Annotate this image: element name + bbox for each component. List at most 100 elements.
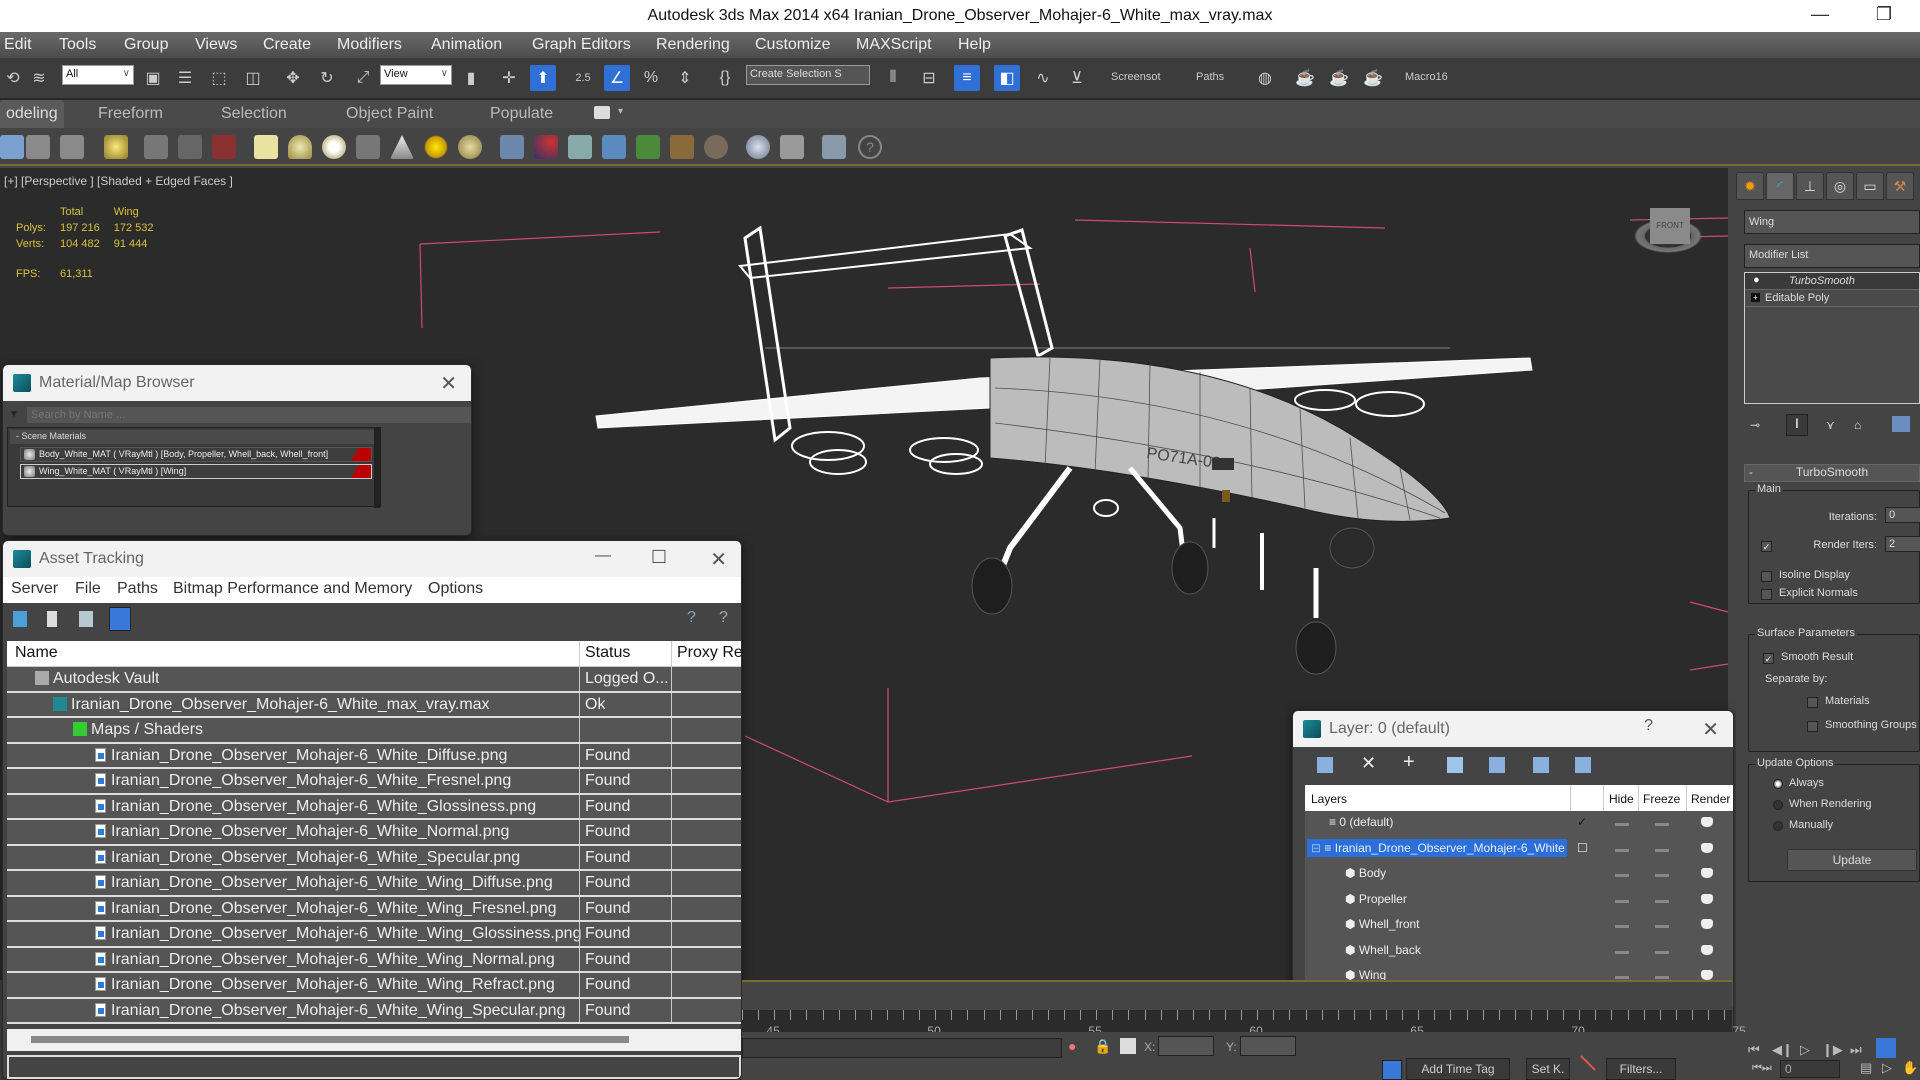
camera-target-icon[interactable] <box>178 135 202 159</box>
sky-icon[interactable] <box>458 135 482 159</box>
camera-icon[interactable] <box>144 135 168 159</box>
asset-tracking-titlebar[interactable]: Asset Tracking — ☐ ✕ <box>3 541 741 577</box>
move-icon[interactable]: ✥ <box>280 65 306 91</box>
asset-row[interactable]: Iranian_Drone_Observer_Mohajer-6_White_G… <box>7 794 741 820</box>
teapot-icon[interactable] <box>356 135 380 159</box>
curve-editor-icon[interactable]: ∿ <box>1030 65 1056 91</box>
spinner-snap-icon[interactable]: ⇕ <box>672 65 698 91</box>
macro16-button[interactable]: Macro16 <box>1405 71 1448 83</box>
tab-modeling[interactable]: odeling <box>0 100 64 128</box>
refresh-icon[interactable] <box>13 611 27 627</box>
restore-button[interactable]: ❐ <box>1864 4 1904 25</box>
search-options-icon[interactable]: ▼ <box>9 409 19 420</box>
time-slider-track[interactable] <box>742 980 1732 982</box>
menu-rendering[interactable]: Rendering <box>656 36 730 54</box>
freeze-toggle[interactable] <box>1655 848 1669 852</box>
set-key-button[interactable]: Set K. <box>1526 1058 1570 1080</box>
render-teapot-icon[interactable] <box>1701 919 1713 929</box>
menu-create[interactable]: Create <box>263 36 311 54</box>
layer-row[interactable]: ⊟ ≡ Iranian_Drone_Observer_Mohajer-6_Whi… <box>1305 837 1733 863</box>
freeze-toggle[interactable] <box>1655 976 1669 979</box>
key-filters-icon[interactable] <box>1580 1055 1596 1071</box>
tab-motion[interactable]: ◎ <box>1826 172 1854 200</box>
at-menu-options[interactable]: Options <box>428 580 483 598</box>
sphere-light-icon[interactable] <box>322 135 346 159</box>
select-by-name-icon[interactable]: ☰ <box>172 65 198 91</box>
hide-toggle[interactable] <box>1615 925 1629 928</box>
tab-modify[interactable]: ◜ <box>1766 172 1794 200</box>
next-frame-icon[interactable]: ❙▶ <box>1822 1042 1843 1058</box>
screensot-button[interactable]: Screensot <box>1111 71 1161 83</box>
set-current-layer-checkbox[interactable]: ☐ <box>1577 841 1588 855</box>
render-teapot-icon[interactable] <box>1701 842 1713 853</box>
x-coord-field[interactable] <box>1158 1036 1214 1056</box>
hide-toggle[interactable] <box>1615 848 1629 852</box>
freeze-toggle[interactable] <box>1655 874 1669 877</box>
pin-stack-icon[interactable]: ⊸ <box>1750 418 1760 432</box>
list-view-icon[interactable] <box>47 611 57 627</box>
render-teapot-icon[interactable] <box>1701 893 1713 904</box>
layer-manager-icon[interactable]: ≡ <box>954 65 980 91</box>
atoms-icon[interactable] <box>534 135 558 159</box>
paths-button[interactable]: Paths <box>1196 71 1224 83</box>
ornatrix-icon[interactable] <box>704 135 728 159</box>
close-icon[interactable]: ✕ <box>1702 717 1719 742</box>
render-icon[interactable] <box>0 135 24 159</box>
snaps-toggle-icon[interactable]: 2.5 <box>570 65 596 91</box>
viewcube[interactable]: FRONT <box>1650 208 1690 244</box>
filters-button[interactable]: Filters... <box>1606 1058 1676 1080</box>
add-to-layer-icon[interactable]: + <box>1403 751 1415 774</box>
tab-freeform[interactable]: Freeform <box>98 105 163 123</box>
time-tag-icon[interactable] <box>1382 1060 1402 1080</box>
render-teapot-icon[interactable] <box>1701 970 1713 980</box>
update-option-radio[interactable] <box>1773 821 1783 831</box>
hide-toggle[interactable] <box>1615 950 1629 954</box>
iterations-spinner[interactable]: 0 <box>1885 507 1920 523</box>
asset-row[interactable]: Iranian_Drone_Observer_Mohajer-6_White_S… <box>7 845 741 871</box>
ribbon-options-icon[interactable] <box>594 106 610 119</box>
selection-filter-dropdown[interactable]: All ∨ <box>62 65 134 85</box>
stack-item-editable-poly[interactable]: + Editable Poly <box>1745 290 1919 307</box>
scene-materials-category[interactable]: - Scene Materials <box>10 430 374 444</box>
expand-icon[interactable]: + <box>1751 293 1760 302</box>
asset-row[interactable]: Iranian_Drone_Observer_Mohajer-6_White_W… <box>7 896 741 922</box>
dome-light-icon[interactable] <box>288 135 312 159</box>
import-icon[interactable] <box>822 135 846 159</box>
zoom-extents-icon[interactable] <box>1876 1038 1896 1058</box>
hide-toggle[interactable] <box>1615 899 1629 903</box>
pan-hand-icon[interactable]: ✋ <box>1902 1060 1918 1076</box>
object-name-input[interactable] <box>1744 210 1920 234</box>
layer-object-row[interactable]: ⬢ Whell_back <box>1305 939 1733 965</box>
go-to-start-icon[interactable]: ⏮ <box>1748 1042 1760 1058</box>
smoothing-groups-checkbox[interactable] <box>1807 721 1818 732</box>
select-manipulate-icon[interactable]: ✛ <box>496 65 522 91</box>
render-teapot-icon[interactable] <box>1701 868 1713 878</box>
update-option-radio[interactable] <box>1773 779 1783 789</box>
material-item-body[interactable]: Body_White_MAT ( VRayMtl ) [Body, Propel… <box>20 447 372 462</box>
material-sphere-icon[interactable] <box>746 135 770 159</box>
help-button[interactable]: ? <box>1644 717 1653 735</box>
link-icon[interactable]: ⟲ <box>0 65 26 91</box>
menu-group[interactable]: Group <box>124 36 168 54</box>
close-icon[interactable]: ✕ <box>440 371 457 396</box>
at-menu-bitmap-performance[interactable]: Bitmap Performance and Memory <box>173 580 412 598</box>
column-render[interactable]: Render <box>1691 792 1730 806</box>
asset-row[interactable]: Iranian_Drone_Observer_Mohajer-6_White_W… <box>7 922 741 948</box>
bind-space-warp-icon[interactable]: ≋ <box>26 65 52 91</box>
layer-object-row[interactable]: ⬢ Body <box>1305 862 1733 888</box>
layer-row[interactable]: ≡ 0 (default) ✓ <box>1305 811 1733 837</box>
scale-icon[interactable]: ⤢ <box>350 65 376 91</box>
horizontal-scrollbar[interactable] <box>7 1029 741 1051</box>
column-name[interactable]: Name <box>15 644 58 662</box>
field-of-view-icon[interactable]: ▷ <box>1882 1060 1892 1076</box>
isolate-selection-icon[interactable]: ● <box>1068 1038 1076 1054</box>
at-menu-server[interactable]: Server <box>11 580 58 598</box>
explicit-normals-checkbox[interactable] <box>1761 589 1772 600</box>
y-coord-field[interactable] <box>1240 1036 1296 1056</box>
render-production-icon[interactable]: ☕ <box>1360 65 1386 91</box>
current-frame-field[interactable]: 0 <box>1780 1060 1840 1078</box>
asset-row[interactable]: Iranian_Drone_Observer_Mohajer-6_White_W… <box>7 947 741 973</box>
layer-object-row[interactable]: ⬢ Whell_front <box>1305 913 1733 939</box>
menu-modifiers[interactable]: Modifiers <box>337 36 402 54</box>
collapse-icon[interactable]: ⊟ <box>1311 841 1324 855</box>
